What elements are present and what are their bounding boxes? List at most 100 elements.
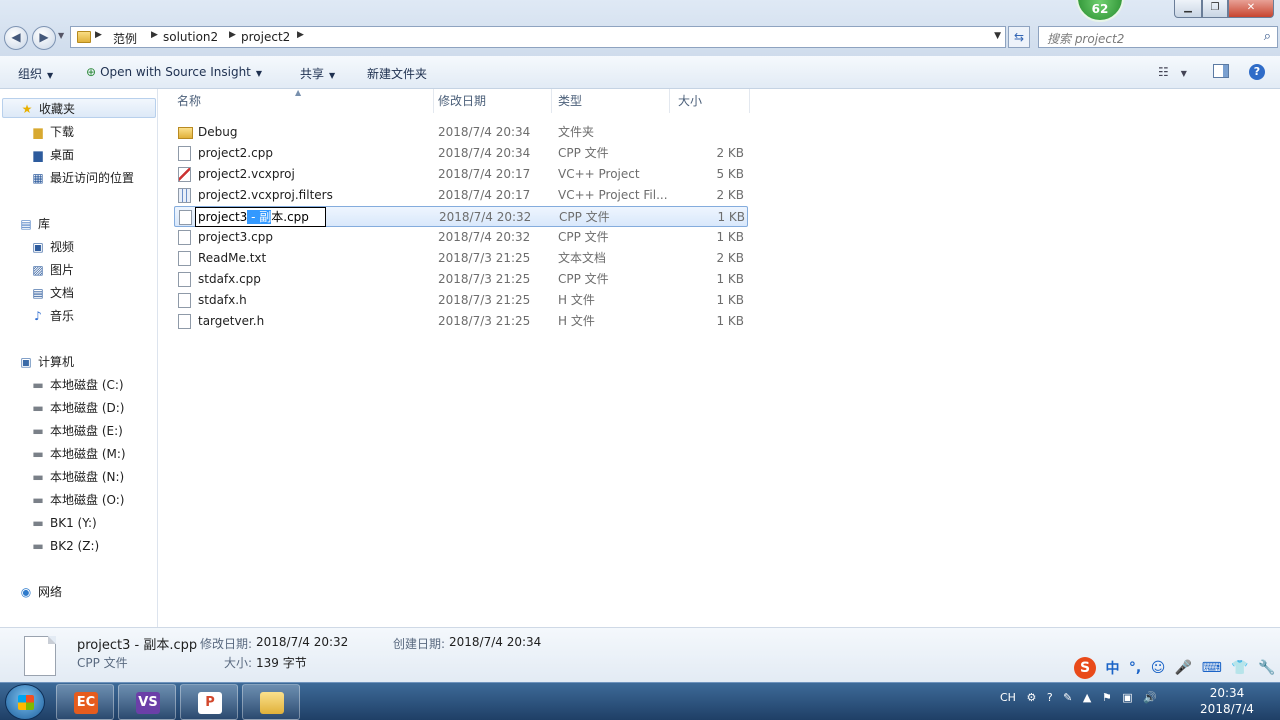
file-row[interactable]: stdafx.h 2018/7/3 21:25 H 文件 1 KB xyxy=(174,290,748,311)
sidebar-item-drive[interactable]: ▬ BK1 (Y:) xyxy=(30,513,96,533)
sidebar-item-recent[interactable]: ▦ 最近访问的位置 xyxy=(30,168,134,188)
file-row[interactable]: ReadMe.txt 2018/7/3 21:25 文本文档 2 KB xyxy=(174,248,748,269)
clock-time: 20:34 xyxy=(1209,686,1245,700)
maximize-button[interactable]: ❐ xyxy=(1202,0,1228,18)
navigation-pane: ★ 收藏夹 ▆ 下载 ▆ 桌面 ▦ 最近访问的位置 ▤ 库 ▣ 视频 ▨ 图片 ▤ 文档 ♪ 音乐… xyxy=(0,89,158,627)
file-type: VC++ Project xyxy=(558,167,640,181)
file-row-selected[interactable]: project3 - 副本.cpp 2018/7/4 20:32 CPP 文件 … xyxy=(174,206,748,227)
preview-pane-icon[interactable] xyxy=(1213,64,1229,78)
file-name: project2.vcxproj xyxy=(198,167,295,181)
file-row[interactable]: stdafx.cpp 2018/7/3 21:25 CPP 文件 1 KB xyxy=(174,269,748,290)
breadcrumb-item[interactable]: 范例 xyxy=(113,30,137,47)
sidebar-item-music[interactable]: ♪ 音乐 xyxy=(30,306,74,326)
sidebar-item-documents[interactable]: ▤ 文档 xyxy=(30,283,74,303)
text-file-icon xyxy=(178,251,191,266)
column-header-date[interactable]: 修改日期 xyxy=(434,89,552,113)
microphone-icon[interactable]: 🎤 xyxy=(1175,660,1192,676)
sidebar-item-pictures[interactable]: ▨ 图片 xyxy=(30,260,74,280)
column-header-type[interactable]: 类型 xyxy=(552,89,670,113)
sidebar-item-network[interactable]: ◉ 网络 xyxy=(18,582,62,602)
column-header-size[interactable]: 大小 xyxy=(670,89,750,113)
system-clock[interactable]: 20:34 2018/7/4 xyxy=(1190,685,1264,717)
volume-icon[interactable]: 🔊 xyxy=(1143,691,1157,704)
language-indicator[interactable]: CH xyxy=(1000,691,1016,704)
taskbar-app-explorer[interactable] xyxy=(242,684,300,720)
breadcrumb-chevron-icon[interactable]: ▶ xyxy=(229,30,236,40)
settings-icon[interactable]: 🔧 xyxy=(1258,660,1275,676)
file-date: 2018/7/3 21:25 xyxy=(438,251,531,265)
caret-down-icon: ▼ xyxy=(47,71,54,80)
organize-button[interactable]: 组织 ▼ xyxy=(18,65,53,82)
file-type: VC++ Project Fil... xyxy=(558,188,668,202)
taskbar-app-sourceinsight[interactable]: EC xyxy=(56,684,114,720)
punctuation-icon[interactable]: °, xyxy=(1129,660,1141,676)
details-created-value: 2018/7/4 20:34 xyxy=(449,635,542,649)
forward-button[interactable]: ▶ xyxy=(32,26,56,50)
new-folder-button[interactable]: 新建文件夹 xyxy=(367,65,427,82)
column-header-name[interactable]: 名称 ▲ xyxy=(159,88,434,113)
sidebar-item-desktop[interactable]: ▆ 桌面 xyxy=(30,145,74,165)
pen-tray-icon[interactable]: ✎ xyxy=(1063,691,1072,704)
breadcrumb-chevron-icon[interactable]: ▶ xyxy=(151,30,158,40)
view-options-button[interactable]: ☷ ▼ xyxy=(1158,65,1187,79)
sidebar-item-drive[interactable]: ▬ BK2 (Z:) xyxy=(30,536,99,556)
file-row[interactable]: project2.vcxproj.filters 2018/7/4 20:17 … xyxy=(174,185,748,206)
sidebar-item-downloads[interactable]: ▆ 下载 xyxy=(30,122,74,142)
taskbar-app-visualstudio[interactable]: VS xyxy=(118,684,176,720)
emoji-icon[interactable]: ☺ xyxy=(1151,660,1166,676)
rename-input[interactable]: project3 - 副本.cpp xyxy=(195,207,326,227)
breadcrumb-chevron-icon[interactable]: ▶ xyxy=(95,30,102,40)
breadcrumb-item[interactable]: solution2 xyxy=(163,30,218,44)
back-button[interactable]: ◀ xyxy=(4,26,28,50)
sidebar-item-drive[interactable]: ▬ 本地磁盘 (O:) xyxy=(30,490,124,510)
file-row[interactable]: targetver.h 2018/7/3 21:25 H 文件 1 KB xyxy=(174,311,748,332)
sidebar-item-drive[interactable]: ▬ 本地磁盘 (D:) xyxy=(30,398,124,418)
help-tray-icon[interactable]: ? xyxy=(1047,691,1053,704)
address-box[interactable]: ▶ 范例 ▶ solution2 ▶ project2 ▶ ▼ xyxy=(70,26,1006,48)
sidebar-item-favorites[interactable]: ★ 收藏夹 xyxy=(2,98,156,118)
file-row[interactable]: project3.cpp 2018/7/4 20:32 CPP 文件 1 KB xyxy=(174,227,748,248)
computer-icon: ▣ xyxy=(20,355,32,369)
recent-pages-dropdown[interactable]: ▼ xyxy=(58,31,64,40)
search-input[interactable]: 搜索 project2 ⌕ xyxy=(1038,26,1278,48)
ime-mode-toggle[interactable]: 中 xyxy=(1105,658,1119,678)
breadcrumb-chevron-icon[interactable]: ▶ xyxy=(297,30,304,40)
network-tray-icon[interactable]: ▣ xyxy=(1122,691,1132,704)
sidebar-item-drive[interactable]: ▬ 本地磁盘 (E:) xyxy=(30,421,122,441)
file-row[interactable]: Debug 2018/7/4 20:34 文件夹 xyxy=(174,122,748,143)
sidebar-item-drive[interactable]: ▬ 本地磁盘 (C:) xyxy=(30,375,123,395)
details-modified-label: 修改日期: xyxy=(200,637,253,651)
help-icon[interactable]: ? xyxy=(1249,64,1265,80)
file-name: project2.vcxproj.filters xyxy=(198,188,333,202)
sidebar-item-libraries[interactable]: ▤ 库 xyxy=(18,214,50,234)
keyboard-icon[interactable]: ⌨ xyxy=(1202,660,1222,676)
file-row[interactable]: project2.vcxproj 2018/7/4 20:17 VC++ Pro… xyxy=(174,164,748,185)
start-button[interactable] xyxy=(5,684,45,720)
minimize-button[interactable]: ▁ xyxy=(1174,0,1202,18)
taskbar-app-powerpoint[interactable]: P xyxy=(180,684,238,720)
file-name: stdafx.h xyxy=(198,293,247,307)
close-button[interactable]: ✕ xyxy=(1228,0,1274,18)
sidebar-item-drive[interactable]: ▬ 本地磁盘 (M:) xyxy=(30,444,125,464)
address-bar-row: 62 ▁ ❐ ✕ ◀ ▶ ▼ ▶ 范例 ▶ solution2 ▶ projec… xyxy=(0,0,1280,56)
skin-icon[interactable]: 👕 xyxy=(1231,660,1248,676)
sidebar-item-computer[interactable]: ▣ 计算机 xyxy=(18,352,74,372)
breadcrumb-item[interactable]: project2 xyxy=(241,30,290,44)
search-icon[interactable]: ⌕ xyxy=(1264,29,1271,44)
file-date: 2018/7/3 21:25 xyxy=(438,293,531,307)
share-button[interactable]: 共享 ▼ xyxy=(300,65,335,82)
file-size: 1 KB xyxy=(717,210,745,224)
flag-tray-icon[interactable]: ⚑ xyxy=(1102,691,1112,704)
file-size: 1 KB xyxy=(716,293,744,307)
ime-tray-icon[interactable]: ⚙ xyxy=(1026,691,1036,704)
open-with-button[interactable]: ⊕ Open with Source Insight ▼ xyxy=(86,65,262,79)
sogou-logo-icon[interactable]: S xyxy=(1074,657,1096,679)
file-type: 文本文档 xyxy=(558,251,607,265)
sidebar-item-drive[interactable]: ▬ 本地磁盘 (N:) xyxy=(30,467,124,487)
file-row[interactable]: project2.cpp 2018/7/4 20:34 CPP 文件 2 KB xyxy=(174,143,748,164)
show-hidden-icons-icon[interactable]: ▲ xyxy=(1083,691,1091,704)
sidebar-item-videos[interactable]: ▣ 视频 xyxy=(30,237,74,257)
refresh-button[interactable]: ⇆ xyxy=(1008,26,1030,48)
address-dropdown-icon[interactable]: ▼ xyxy=(994,31,1001,41)
header-file-icon xyxy=(178,293,191,308)
